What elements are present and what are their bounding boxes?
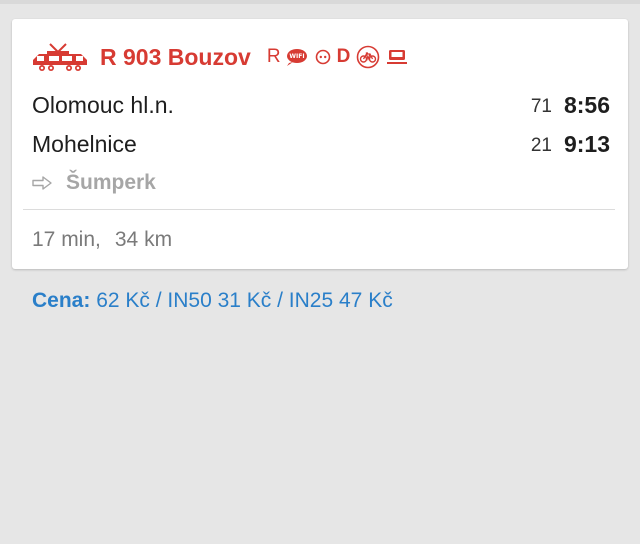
locomotive-icon bbox=[33, 43, 87, 71]
trip-summary: 17 min, 34 km bbox=[32, 224, 172, 256]
stop-name: Mohelnice bbox=[32, 131, 137, 157]
trip-distance: 34 km bbox=[114, 228, 173, 251]
stop-time: 8:56 bbox=[563, 92, 610, 118]
train-header: R 903 Bouzov R WIFI D bbox=[31, 42, 408, 72]
stop-km: 71 bbox=[530, 96, 552, 117]
sleeper-car-icon bbox=[387, 50, 408, 64]
direction-destination: Šumperk bbox=[66, 171, 156, 194]
stop-km: 21 bbox=[530, 135, 552, 156]
price-value: 62 Kč / IN50 31 Kč / IN25 47 Kč bbox=[96, 289, 393, 312]
arrow-right-icon bbox=[32, 176, 52, 190]
price-label: Cena: bbox=[32, 289, 91, 312]
trip-duration: 17 min, bbox=[32, 228, 101, 251]
price-info[interactable]: Cena: 62 Kč / IN50 31 Kč / IN25 47 Kč bbox=[32, 285, 393, 317]
stop-time: 9:13 bbox=[563, 131, 610, 157]
stop-row-departure[interactable]: Olomouc hl.n. 71 8:56 bbox=[32, 89, 610, 121]
wifi-icon: WIFI bbox=[286, 49, 307, 66]
svg-text:WIFI: WIFI bbox=[289, 53, 304, 60]
train-name: R 903 Bouzov bbox=[100, 44, 251, 70]
power-outlet-icon bbox=[315, 49, 330, 65]
top-divider bbox=[0, 0, 640, 4]
reserved-seat-icon: R bbox=[266, 46, 281, 67]
stop-name: Olomouc hl.n. bbox=[32, 92, 174, 118]
bicycle-icon bbox=[356, 45, 380, 69]
direction-row: Šumperk bbox=[32, 167, 156, 199]
card-divider bbox=[23, 209, 615, 210]
connection-card[interactable]: R 903 Bouzov R WIFI D Olomouc hl.n. 71 8… bbox=[12, 19, 628, 269]
stop-row-arrival[interactable]: Mohelnice 21 9:13 bbox=[32, 128, 610, 160]
disabled-access-icon: D bbox=[336, 46, 351, 67]
amenity-icons: R WIFI D bbox=[267, 42, 408, 72]
